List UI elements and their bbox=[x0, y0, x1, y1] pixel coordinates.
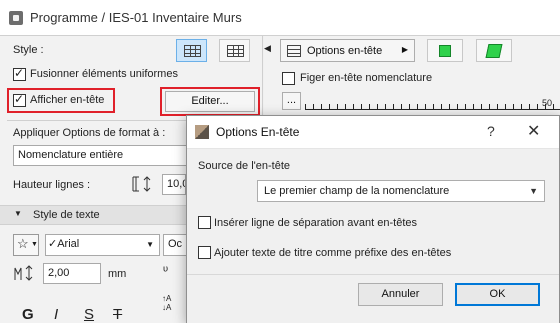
text-direction-icon[interactable]: ↑A ↓A bbox=[162, 294, 171, 312]
title-prefix-checkbox[interactable] bbox=[198, 246, 211, 259]
font-value: Arial bbox=[57, 238, 80, 250]
text-size-icon bbox=[13, 263, 37, 283]
dialog-app-icon bbox=[195, 125, 209, 139]
strikethrough-button[interactable]: T bbox=[113, 306, 122, 323]
dialog-body: Source de l'en-tête Le premier champ de … bbox=[187, 149, 559, 323]
cancel-button[interactable]: Annuler bbox=[358, 283, 443, 306]
chevron-down-icon: ▼ bbox=[146, 240, 154, 249]
favorites-button[interactable]: ☆ ▼ bbox=[13, 234, 39, 256]
dropdown-caret-icon: ▼ bbox=[31, 241, 38, 248]
table-grid-icon bbox=[184, 45, 201, 57]
ruler-end-label: 50 bbox=[542, 98, 553, 108]
freeze-header-label: Figer en-tête nomenclature bbox=[300, 72, 433, 84]
bold-button[interactable]: G bbox=[22, 306, 34, 323]
edit-header-button[interactable]: Editer... bbox=[165, 91, 255, 112]
style-table-button[interactable] bbox=[219, 39, 250, 62]
merge-uniform-label: Fusionner éléments uniformes bbox=[30, 68, 178, 80]
underline-button[interactable]: S bbox=[84, 306, 94, 323]
close-icon[interactable]: ✕ bbox=[527, 121, 540, 141]
show-header-checkbox[interactable] bbox=[13, 92, 26, 107]
column-ruler bbox=[305, 92, 560, 110]
window-titlebar: Programme / IES-01 Inventaire Murs bbox=[0, 0, 560, 36]
app-icon bbox=[9, 11, 23, 25]
header-table-icon bbox=[287, 45, 301, 57]
dialog-titlebar: Options En-tête ? ✕ bbox=[187, 116, 559, 148]
text-size-input[interactable]: 2,00 bbox=[43, 263, 101, 284]
header-options-label: Options en-tête bbox=[307, 45, 383, 57]
style-label: Style : bbox=[13, 44, 44, 56]
merge-uniform-checkbox[interactable] bbox=[13, 66, 26, 81]
green-square-icon bbox=[439, 45, 451, 57]
check-icon: ✓ bbox=[48, 238, 58, 250]
submenu-arrow-icon: ▶ bbox=[401, 45, 408, 54]
pen-icon[interactable]: ᶹ bbox=[163, 262, 168, 278]
style-grid-button[interactable] bbox=[176, 39, 207, 62]
italic-button[interactable]: I bbox=[54, 306, 58, 323]
freeze-header-checkbox[interactable] bbox=[282, 72, 295, 85]
dialog-footer-separator bbox=[187, 274, 559, 275]
header-source-label: Source de l'en-tête bbox=[198, 160, 290, 172]
header-source-select[interactable]: Le premier champ de la nomenclature ▼ bbox=[257, 180, 545, 202]
apply-scope-select[interactable]: Nomenclature entière bbox=[13, 145, 188, 166]
apply-format-label: Appliquer Options de format à : bbox=[13, 127, 166, 139]
chevron-down-icon: ▼ bbox=[529, 186, 538, 196]
table-simple-icon bbox=[227, 45, 244, 57]
header-options-button[interactable]: Options en-tête ▶ bbox=[280, 39, 415, 62]
window-title: Programme / IES-01 Inventaire Murs bbox=[30, 10, 242, 25]
text-size-unit: mm bbox=[108, 268, 127, 280]
insert-separator-checkbox[interactable] bbox=[198, 216, 211, 229]
insert-separator-label: Insérer ligne de séparation avant en-têt… bbox=[214, 217, 418, 229]
select-frame-button[interactable] bbox=[427, 39, 463, 62]
select-3d-button[interactable] bbox=[476, 39, 512, 62]
ok-button[interactable]: OK bbox=[455, 283, 540, 306]
font-select[interactable]: ✓Arial ▼ bbox=[45, 234, 160, 256]
star-icon: ☆ bbox=[17, 236, 29, 251]
title-prefix-label: Ajouter texte de titre comme préfixe des… bbox=[214, 247, 452, 259]
header-source-value: Le premier champ de la nomenclature bbox=[264, 185, 450, 197]
header-options-dialog: Options En-tête ? ✕ Source de l'en-tête … bbox=[186, 115, 560, 323]
text-style-section-title: Style de texte bbox=[33, 209, 100, 221]
dialog-title: Options En-tête bbox=[216, 125, 300, 139]
font-variant-select[interactable]: Oc bbox=[163, 234, 187, 256]
collapse-triangle-icon[interactable]: ▼ bbox=[14, 209, 22, 218]
collapse-left-arrow-icon[interactable]: ◀ bbox=[264, 43, 271, 54]
more-options-button[interactable]: ... bbox=[282, 92, 301, 110]
show-header-label: Afficher en-tête bbox=[30, 94, 105, 106]
row-height-input[interactable]: 10,0 bbox=[162, 174, 186, 195]
row-height-label: Hauteur lignes : bbox=[13, 179, 91, 191]
row-height-icon bbox=[131, 174, 153, 194]
green-cube-icon bbox=[485, 44, 503, 58]
help-icon[interactable]: ? bbox=[487, 123, 495, 139]
